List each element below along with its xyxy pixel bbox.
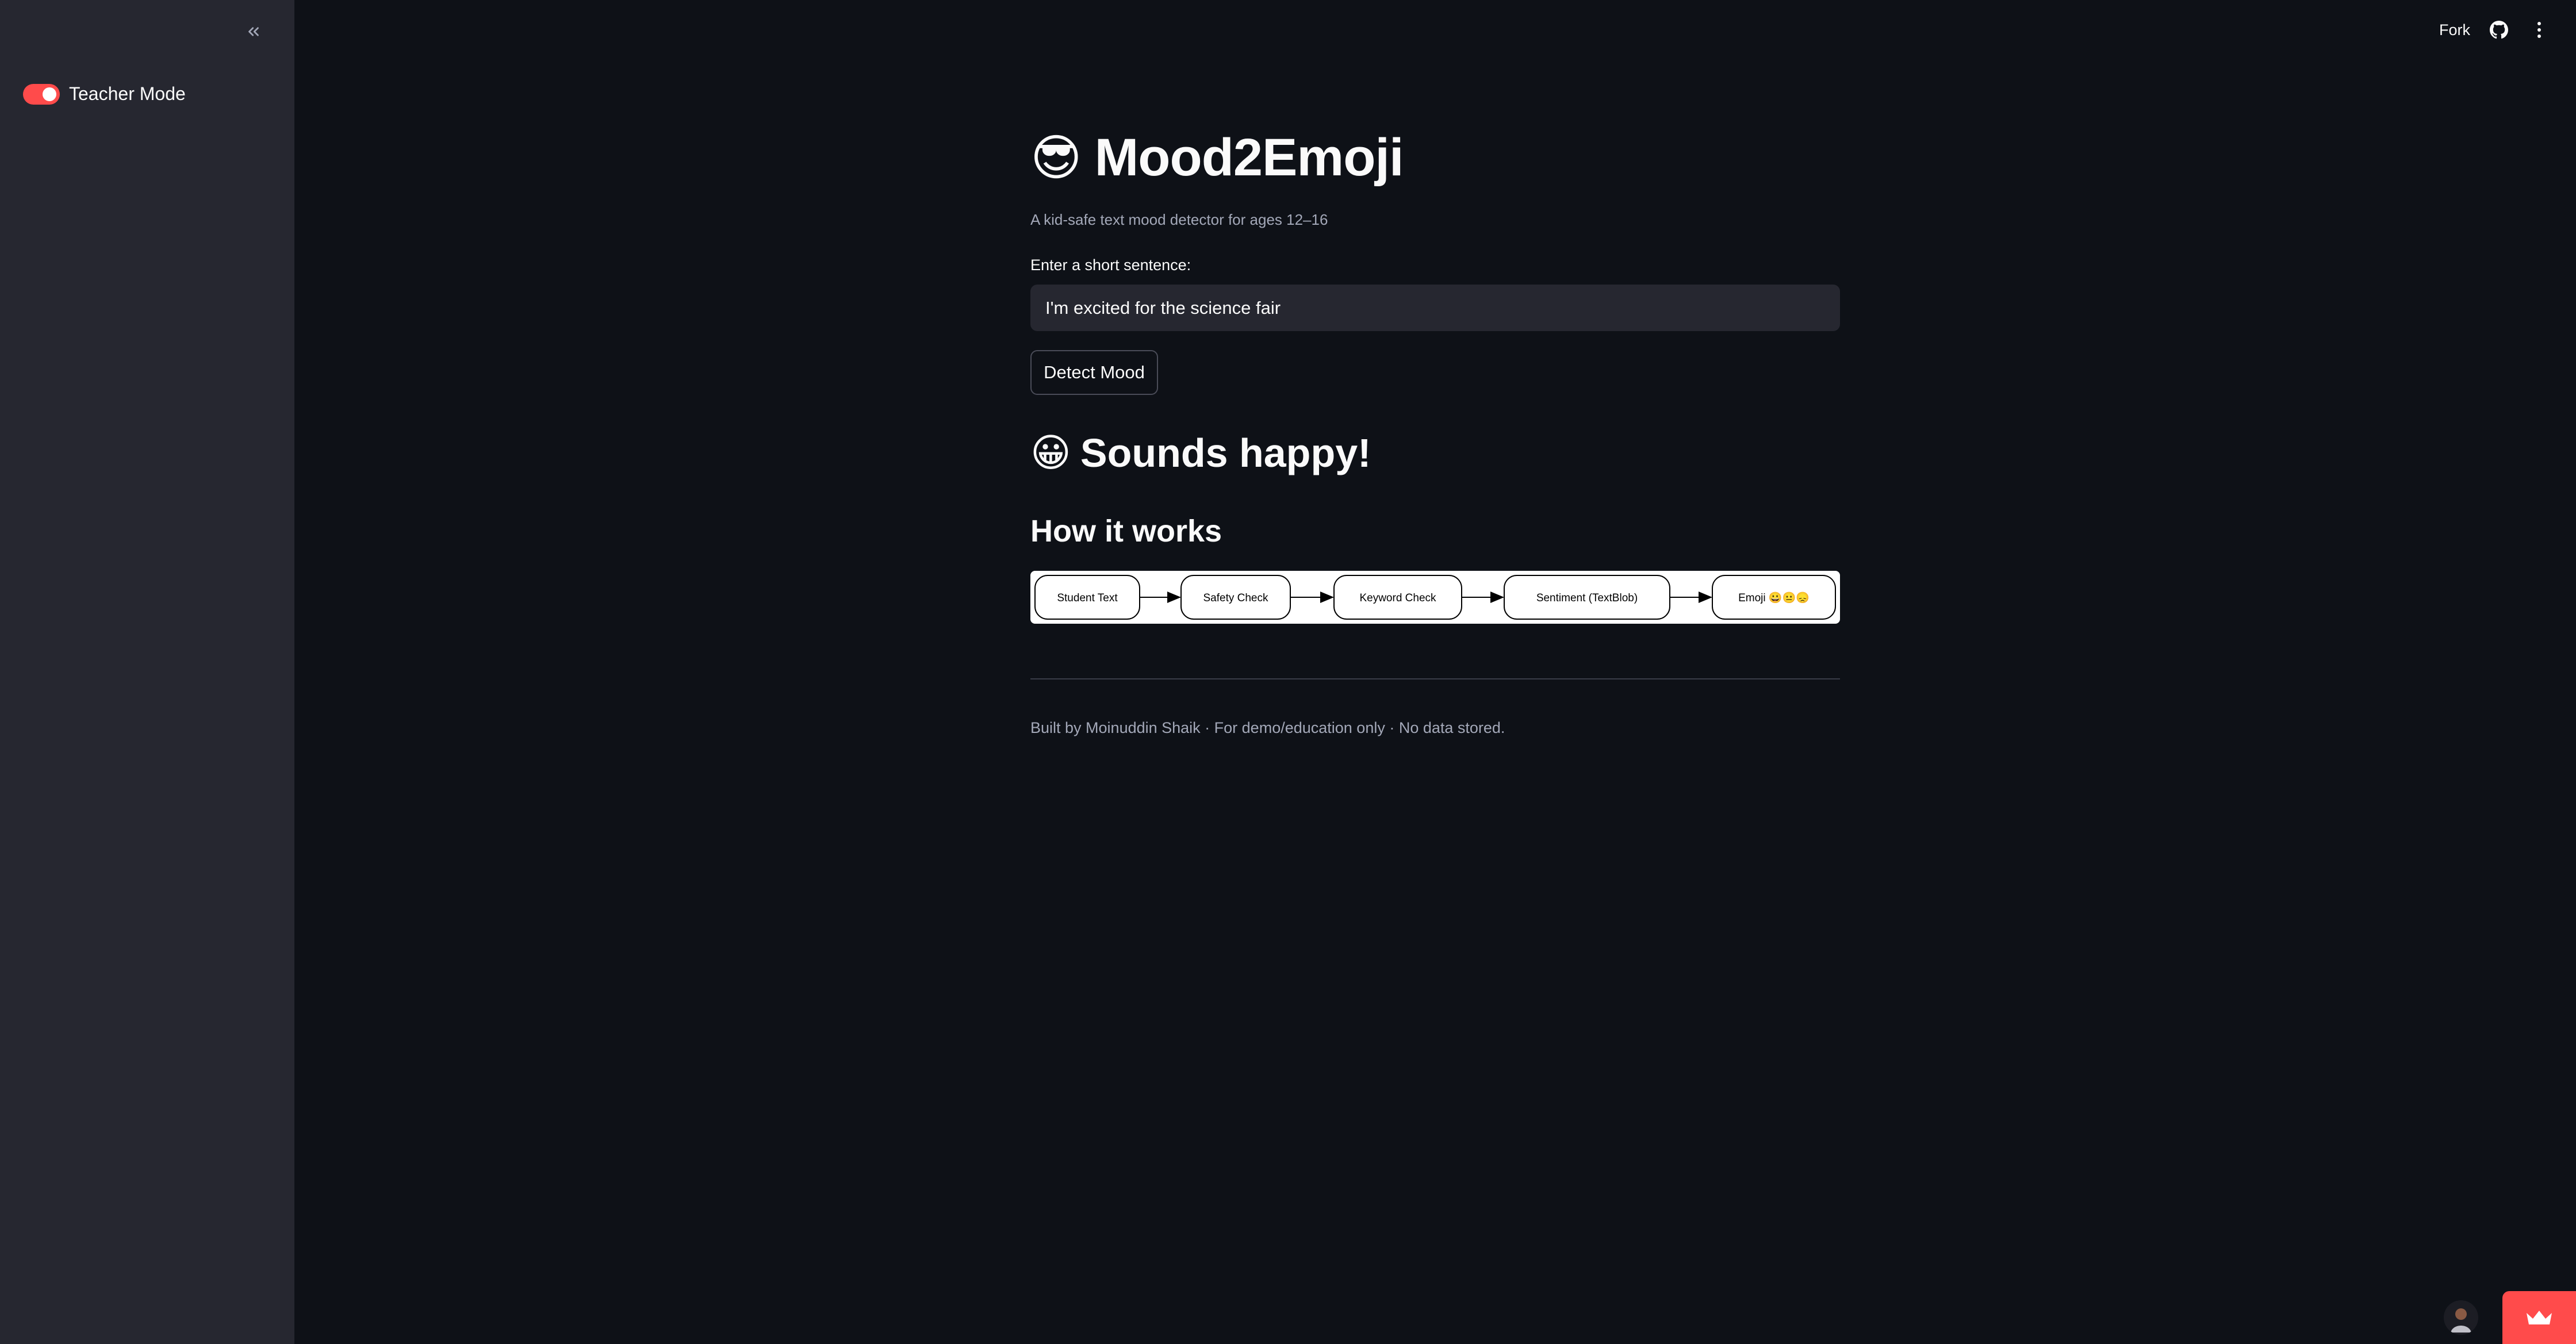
flow-step-5: Emoji 😀😐😞 (1712, 575, 1836, 620)
flow-step-label: Emoji 😀😐😞 (1738, 592, 1810, 604)
collapse-sidebar-button[interactable] (239, 17, 268, 46)
flow-step-label: Sentiment (TextBlob) (1536, 592, 1638, 604)
double-chevron-left-icon (248, 27, 259, 36)
sidebar: Teacher Mode (0, 0, 294, 1344)
result-row: 😀 Sounds happy! (1030, 430, 1371, 476)
person-avatar-icon (2444, 1300, 2478, 1335)
flow-step-1: Student Text (1034, 575, 1140, 620)
flow-step-label: Safety Check (1203, 592, 1268, 604)
flow-svg: Student Text Safety Check Keyword Check Sen… (1034, 575, 1836, 620)
fork-button[interactable]: Fork (2439, 21, 2470, 39)
github-button[interactable] (2487, 18, 2510, 41)
creator-avatar[interactable] (2444, 1300, 2478, 1335)
toggle-knob (43, 87, 56, 101)
flow-step-2: Safety Check (1180, 575, 1291, 620)
github-icon (2490, 21, 2508, 39)
page-title: Mood2Emoji (1094, 128, 1404, 187)
detect-mood-button[interactable]: Detect Mood (1030, 350, 1158, 395)
sentence-input[interactable] (1030, 285, 1840, 331)
result-text: Sounds happy! (1080, 431, 1371, 475)
teacher-mode-toggle[interactable] (23, 83, 60, 105)
crown-icon (2527, 1311, 2552, 1324)
flow-step-label: Keyword Check (1359, 592, 1436, 604)
flow-step-3: Keyword Check (1333, 575, 1462, 620)
teacher-mode-toggle-row[interactable]: Teacher Mode (23, 83, 186, 105)
divider (1030, 678, 1840, 679)
grinning-emoji-icon: 😀 (1030, 431, 1071, 475)
how-it-works-heading: How it works (1030, 514, 1222, 548)
how-it-works-flow-diagram: Student Text Safety Check Keyword Check Sen… (1030, 571, 1840, 624)
streamlit-badge-button[interactable] (2502, 1291, 2576, 1344)
sunglasses-emoji-icon: 😎 (1030, 130, 1082, 186)
flow-step-4: Sentiment (TextBlob) (1504, 575, 1670, 620)
page-subtitle: A kid-safe text mood detector for ages 1… (1030, 211, 1328, 228)
main-menu-button[interactable] (2528, 18, 2551, 41)
kebab-menu-icon (2537, 22, 2541, 38)
footer-text: Built by Moinuddin Shaik · For demo/educ… (1030, 719, 1505, 736)
top-toolbar: Fork (2439, 0, 2576, 60)
teacher-mode-label: Teacher Mode (69, 83, 186, 104)
sentence-input-label: Enter a short sentence: (1030, 256, 1191, 274)
title-row: 😎 Mood2Emoji (1030, 128, 1404, 188)
flow-step-label: Student Text (1057, 592, 1118, 604)
